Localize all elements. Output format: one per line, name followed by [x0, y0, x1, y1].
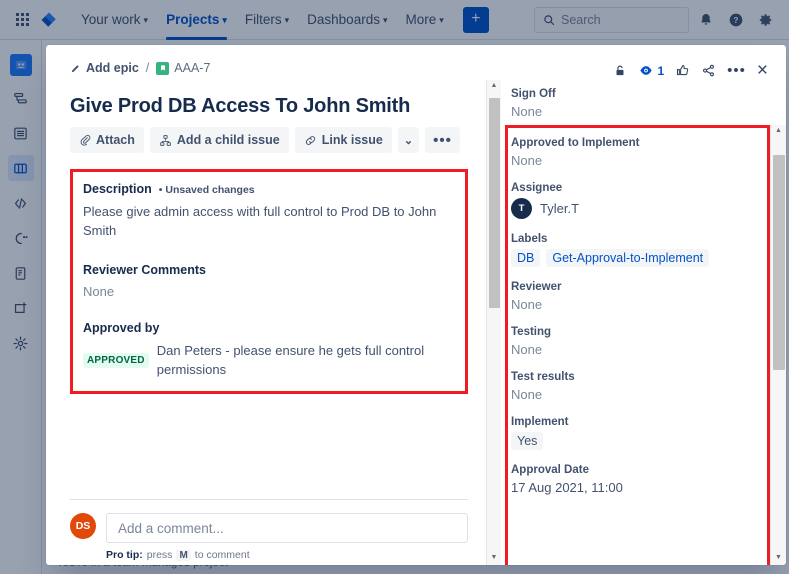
field-value[interactable]: None — [511, 104, 782, 119]
field-approved-to-implement: Approved to Implement None — [511, 137, 782, 168]
unsaved-changes-indicator: • Unsaved changes — [158, 184, 255, 196]
chevron-down-icon: ⌄ — [403, 134, 414, 147]
field-reviewer: Reviewer None — [511, 281, 782, 312]
assignee-value[interactable]: T Tyler.T — [511, 198, 782, 219]
more-options-chevron-button[interactable]: ⌄ — [397, 127, 420, 153]
scrollbar-thumb[interactable] — [773, 155, 785, 370]
field-testing: Testing None — [511, 326, 782, 357]
field-label: Approved to Implement — [511, 137, 640, 149]
breadcrumb-separator: / — [145, 61, 150, 75]
protip-suffix: to comment — [194, 549, 250, 561]
status-badge: APPROVED — [83, 353, 149, 369]
field-assignee: Assignee T Tyler.T — [511, 182, 782, 219]
add-child-issue-button[interactable]: Add a child issue — [149, 127, 289, 153]
modal-header-actions: 1 ••• × — [613, 61, 770, 80]
modal-header: Add epic / AAA-7 1 ••• × — [46, 45, 786, 80]
lock-icon[interactable] — [613, 63, 627, 78]
field-label: Reviewer — [511, 281, 562, 293]
description-label: Description — [83, 182, 152, 196]
modal-body: Give Prod DB Access To John Smith Attach… — [46, 80, 786, 565]
watch-count: 1 — [657, 63, 665, 78]
issue-key-label: AAA-7 — [174, 61, 211, 75]
button-label: Attach — [96, 133, 135, 147]
field-approval-date: Approval Date 17 Aug 2021, 11:00 — [511, 464, 782, 495]
thumbs-up-icon[interactable] — [675, 63, 690, 78]
link-issue-button[interactable]: Link issue — [294, 127, 392, 153]
pencil-icon — [71, 64, 79, 72]
reviewer-comments-value[interactable]: None — [83, 284, 453, 299]
add-epic-button[interactable]: Add epic — [70, 61, 139, 75]
breadcrumb-issue-key[interactable]: AAA-7 — [156, 61, 210, 75]
comment-placeholder: Add a comment... — [118, 520, 224, 536]
field-label: Test results — [511, 371, 575, 383]
link-icon — [305, 135, 315, 145]
comment-composer: DS Add a comment... Pro tip: press M to … — [70, 499, 468, 565]
add-comment-input[interactable]: Add a comment... — [106, 513, 468, 543]
highlight-description-region: Description • Unsaved changes Please giv… — [70, 169, 468, 395]
page-title: Give Prod DB Access To John Smith — [70, 95, 411, 117]
field-label: Assignee — [511, 182, 563, 194]
issue-detail-modal: Add epic / AAA-7 1 ••• × Give Prod DB Ac… — [46, 45, 786, 565]
scroll-up-arrow-icon[interactable]: ▲ — [775, 125, 782, 136]
pro-tip: Pro tip: press M to comment — [106, 549, 468, 561]
issue-details-panel: Sign Off None Approved to Implement None… — [501, 80, 786, 565]
approved-by-value-row: APPROVED Dan Peters - please ensure he g… — [83, 342, 453, 380]
add-epic-label: Add epic — [86, 61, 139, 75]
share-icon[interactable] — [701, 63, 716, 78]
paperclip-icon — [80, 135, 91, 146]
button-label: Link issue — [321, 133, 383, 147]
field-test-results: Test results None — [511, 371, 782, 402]
more-actions-icon[interactable]: ••• — [727, 63, 746, 78]
field-value[interactable]: None — [511, 297, 782, 312]
attach-button[interactable]: Attach — [70, 127, 144, 153]
more-actions-button[interactable]: ••• — [425, 127, 460, 153]
field-labels: Labels DB Get-Approval-to-Implement — [511, 233, 782, 267]
protip-prefix: Pro tip: — [106, 549, 143, 561]
field-value[interactable]: None — [511, 342, 782, 357]
breadcrumb: Add epic / AAA-7 — [70, 61, 210, 75]
close-icon[interactable]: × — [757, 61, 768, 80]
field-sign-off: Sign Off None — [511, 88, 782, 119]
scrollbar-thumb[interactable] — [489, 98, 500, 308]
field-value[interactable]: None — [511, 153, 782, 168]
task-icon — [156, 61, 170, 75]
approved-by-text: Dan Peters - please ensure he gets full … — [156, 342, 425, 377]
jira-app-window: Your work ▾ Projects ▾ Filters ▾ Dashboa… — [0, 0, 789, 574]
field-value[interactable]: Yes — [511, 432, 544, 450]
issue-action-buttons: Attach Add a child issue Link issue ⌄ ••… — [70, 127, 468, 153]
labels-value: DB Get-Approval-to-Implement — [511, 249, 782, 267]
description-label-row: Description • Unsaved changes — [83, 182, 453, 196]
field-value[interactable]: 17 Aug 2021, 11:00 — [511, 480, 782, 495]
field-label: Labels — [511, 233, 548, 245]
label-chip[interactable]: DB — [511, 249, 541, 267]
details-scrollbar[interactable]: ▲ ▼ — [486, 80, 501, 565]
label-chip[interactable]: Get-Approval-to-Implement — [546, 249, 710, 267]
field-value[interactable]: None — [511, 387, 782, 402]
protip-press: press — [146, 549, 173, 561]
protip-key: M — [176, 549, 191, 561]
comment-row: DS Add a comment... — [70, 513, 468, 543]
scroll-up-arrow-icon[interactable]: ▲ — [491, 80, 498, 91]
description-body[interactable]: Please give admin access with full contr… — [83, 203, 453, 241]
field-label: Implement — [511, 416, 569, 428]
field-label: Approval Date — [511, 464, 589, 476]
watch-eye-icon[interactable]: 1 — [638, 63, 664, 78]
field-implement: Implement Yes — [511, 416, 782, 450]
field-label: Sign Off — [511, 88, 556, 100]
scroll-down-arrow-icon[interactable]: ▼ — [775, 552, 782, 563]
approved-by-label: Approved by — [83, 320, 160, 335]
issue-main-column: Give Prod DB Access To John Smith Attach… — [46, 80, 486, 565]
avatar[interactable]: DS — [70, 513, 96, 539]
child-issue-icon — [160, 134, 171, 146]
assignee-name: Tyler.T — [540, 201, 580, 216]
button-label: Add a child issue — [176, 133, 280, 147]
scroll-down-arrow-icon[interactable]: ▼ — [491, 552, 498, 563]
modal-scrollbar[interactable]: ▲ ▼ — [770, 125, 786, 565]
avatar: T — [511, 198, 532, 219]
field-label: Testing — [511, 326, 552, 338]
reviewer-comments-label: Reviewer Comments — [83, 262, 206, 277]
